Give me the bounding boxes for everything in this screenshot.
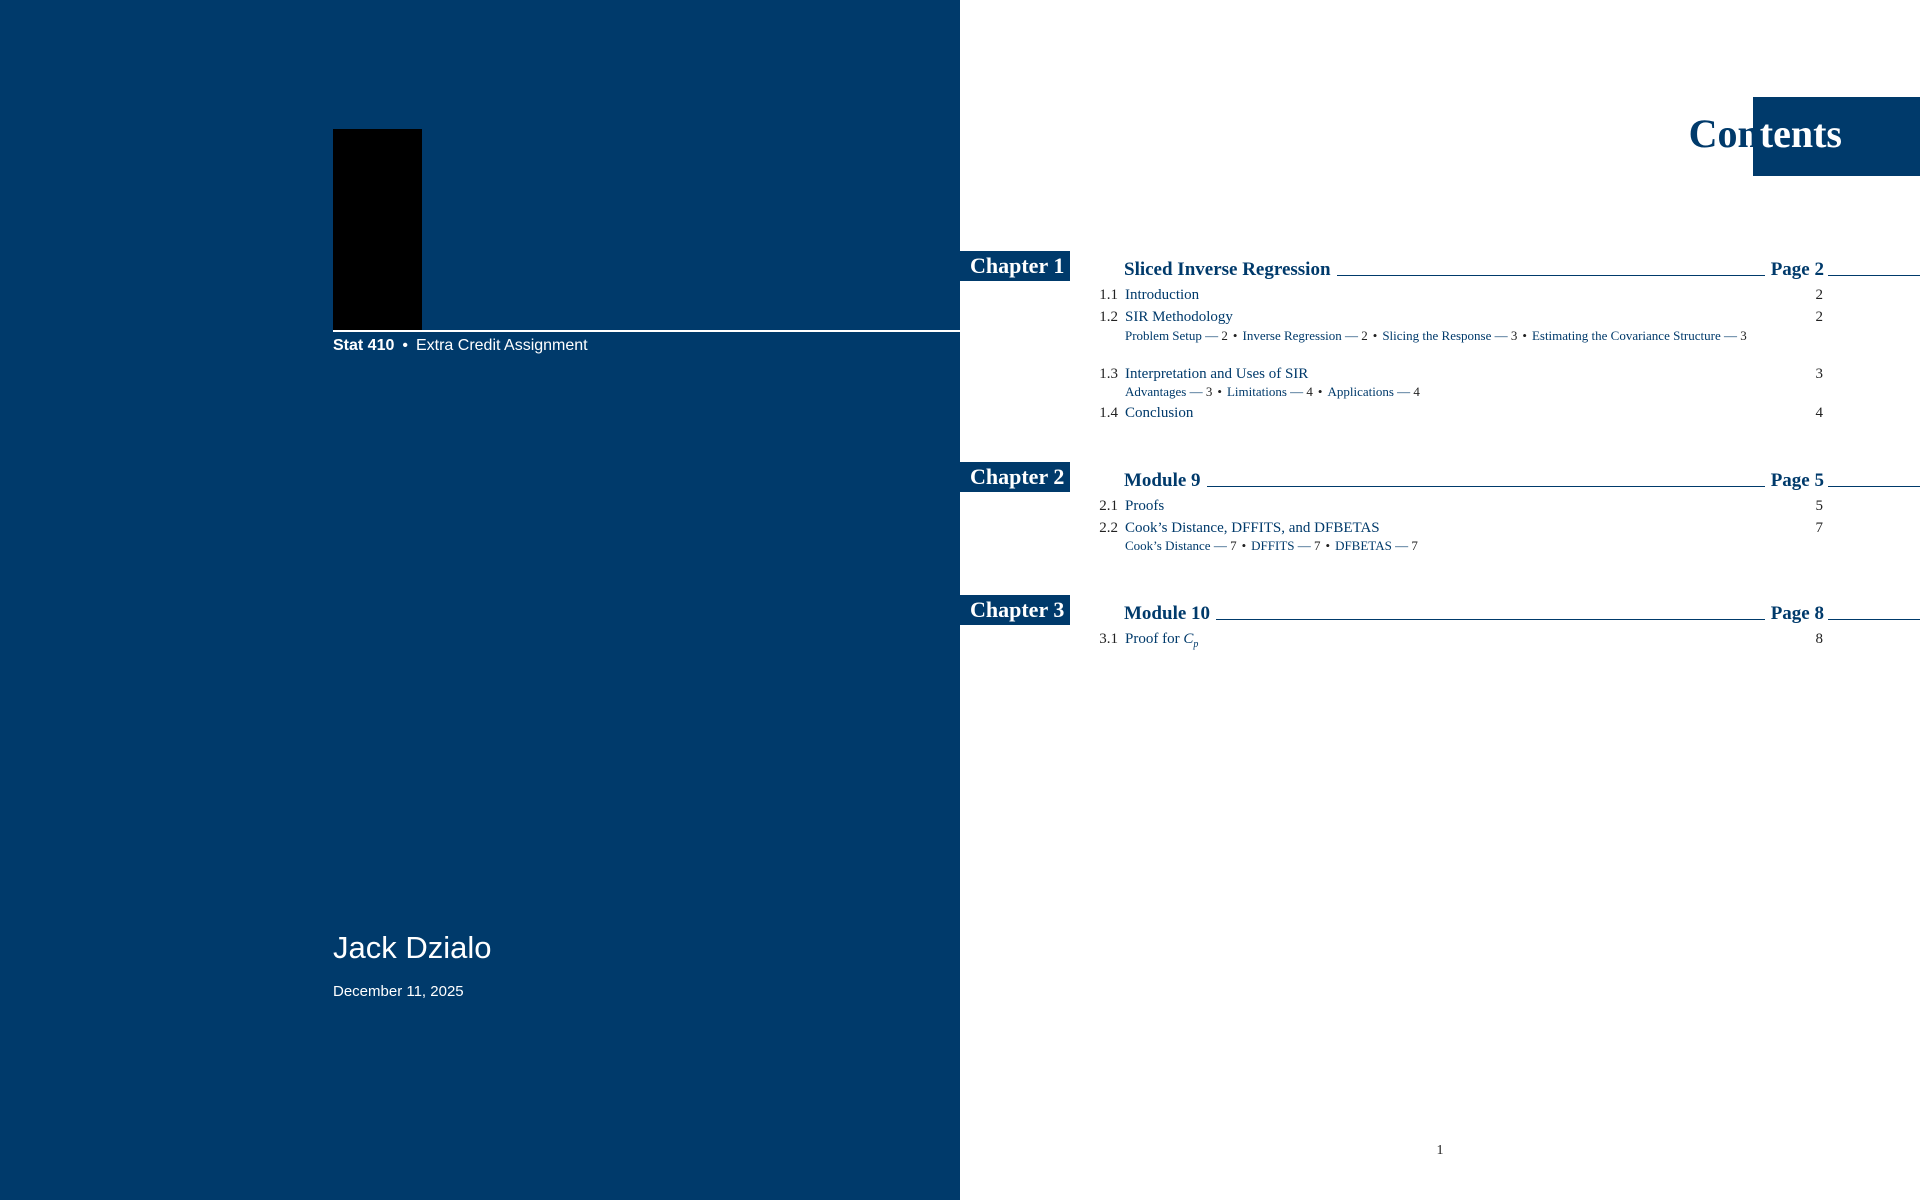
bullet-separator: • — [1372, 328, 1378, 343]
bullet-separator: • — [1325, 538, 1331, 553]
section-title: SIR Methodology — [1125, 309, 1233, 325]
subsection-link[interactable]: Inverse Regression — 2 — [1242, 328, 1367, 343]
section-title: Cook’s Distance, DFFITS, and DFBETAS — [1125, 520, 1380, 536]
cover-page: Stat 410 • Extra Credit Assignment Jack Dz… — [0, 0, 960, 1200]
bullet-separator: • — [1317, 384, 1323, 399]
assignment-name: Extra Credit Assignment — [415, 337, 588, 354]
chapter-leader-line — [1206, 486, 1765, 487]
subsection-link[interactable]: Estimating the Covariance Structure — 3 — [1532, 328, 1747, 343]
chapter-tag: Chapter 1 — [960, 251, 1071, 281]
section-title: Interpretation and Uses of SIR — [1125, 366, 1309, 382]
section-page: 7 — [1815, 520, 1824, 536]
chapter-page: Page 8 — [1770, 603, 1824, 624]
subsection-link[interactable]: Slicing the Response — 3 — [1382, 328, 1517, 343]
section-page: 2 — [1815, 287, 1824, 303]
subsection-link[interactable]: DFBETAS — 7 — [1335, 538, 1418, 553]
chapter-leader-line — [1336, 275, 1765, 276]
bullet-separator: • — [1217, 384, 1222, 399]
section-title: Conclusion — [1125, 405, 1194, 421]
subsection-link[interactable]: Problem Setup — 2 — [1125, 328, 1228, 343]
author-name: Jack Dzialo — [333, 930, 492, 965]
subtitle-separator: • — [402, 337, 408, 354]
chapter-tail-line — [1828, 275, 1920, 276]
cover-divider — [333, 330, 960, 332]
section-page: 8 — [1815, 631, 1824, 647]
section-page: 5 — [1815, 498, 1824, 514]
math-variable: C — [1183, 631, 1194, 647]
contents-heading-part: tents — [1759, 111, 1842, 156]
subsection-list: Advantages — 3 • Limitations — 4 • Applicati… — [1125, 383, 1823, 400]
chapter-title: Module 9 — [1124, 470, 1201, 491]
section-number: 1.4 — [1099, 405, 1118, 421]
chapter-title: Module 10 — [1124, 603, 1211, 624]
cover-date: December 11, 2025 — [333, 983, 464, 1000]
section-number: 1.1 — [1099, 287, 1118, 303]
section-title: Proofs — [1125, 498, 1165, 514]
section-number: 2.2 — [1099, 520, 1118, 536]
subsection-link[interactable]: Applications — 4 — [1327, 384, 1419, 399]
subsection-link[interactable]: DFFITS — 7 — [1251, 538, 1320, 553]
subsection-link[interactable]: Cook’s Distance — 7 — [1125, 538, 1237, 553]
section-number: 2.1 — [1099, 498, 1118, 514]
chapter-title: Sliced Inverse Regression — [1124, 259, 1331, 280]
chapter-page: Page 2 — [1770, 259, 1824, 280]
section-page: 2 — [1815, 309, 1824, 325]
contents-page: Contents Chapter 1 Sliced Inverse Regres… — [960, 0, 1920, 1200]
contents-heading-part: Con — [1688, 111, 1760, 156]
section-number: 1.3 — [1099, 366, 1118, 382]
bullet-separator: • — [1241, 538, 1247, 553]
section-number: 1.2 — [1099, 309, 1118, 325]
section-page: 4 — [1815, 405, 1824, 421]
math-subscript: p — [1193, 639, 1199, 650]
cover-image-block — [333, 129, 422, 330]
contents-heading: Contents — [1689, 110, 1842, 157]
page-number: 1 — [1436, 1143, 1444, 1158]
bullet-separator: • — [1232, 328, 1238, 343]
section-page: 3 — [1815, 366, 1824, 382]
chapter-tag: Chapter 2 — [960, 462, 1071, 492]
cover-subtitle: Stat 410 • Extra Credit Assignment — [333, 337, 588, 355]
section-title: Proof for Cp — [1125, 631, 1199, 650]
chapter-tag: Chapter 3 — [960, 595, 1071, 625]
course-name: Stat 410 — [333, 337, 395, 354]
subsection-link[interactable]: Advantages — 3 — [1125, 384, 1212, 399]
section-number: 3.1 — [1099, 631, 1118, 647]
chapter-page: Page 5 — [1770, 470, 1824, 491]
chapter-tail-line — [1828, 619, 1920, 620]
section-title: Introduction — [1125, 287, 1200, 303]
subsection-link[interactable]: Limitations — 4 — [1227, 384, 1313, 399]
subsection-list: Cook’s Distance — 7 • DFFITS — 7 • DFBETAS —… — [1125, 537, 1823, 554]
chapter-tail-line — [1828, 486, 1920, 487]
subsection-list: Problem Setup — 2 • Inverse Regression — 2… — [1125, 327, 1823, 344]
chapter-leader-line — [1216, 619, 1765, 620]
bullet-separator: • — [1522, 328, 1527, 343]
